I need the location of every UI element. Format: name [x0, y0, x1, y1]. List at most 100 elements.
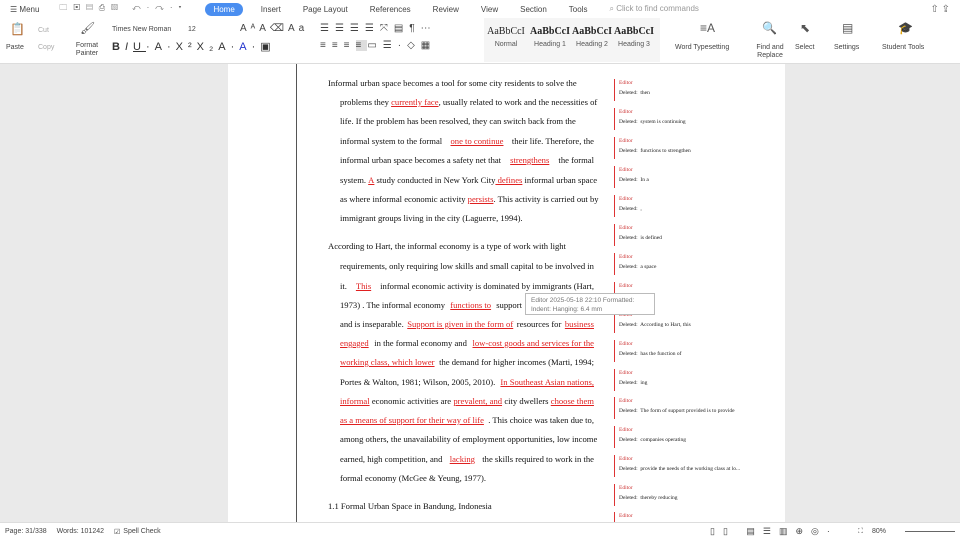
revision-comment[interactable]: Editor Deleted: In a — [614, 166, 649, 188]
inserted-text: business — [564, 319, 594, 329]
inserted-text: strengthens — [510, 155, 550, 165]
font-size-select[interactable]: 12 — [188, 26, 196, 33]
student-tools-button[interactable]: Student Tools — [882, 44, 924, 51]
cut-button[interactable]: Cut — [38, 27, 49, 34]
deleted-content: has the function of — [640, 351, 682, 357]
revision-comment[interactable]: Editor Deleted: functions to strengthen — [614, 137, 691, 159]
zoom-level[interactable]: 80% — [872, 528, 886, 535]
style-normal[interactable]: AaBbCcI Normal — [484, 26, 528, 48]
comment-deleted-text: Deleted: system is continuing — [619, 119, 686, 125]
share-icon[interactable]: ⇧ ⇪ — [930, 4, 950, 15]
revision-comment[interactable]: Editor Deleted: ing — [614, 369, 647, 391]
comment-deleted-text: Deleted: According to Hart, this — [619, 322, 691, 328]
style-label: Heading 3 — [618, 41, 650, 48]
tab-view[interactable]: View — [477, 4, 502, 15]
inserted-text: informal — [340, 396, 370, 406]
style-preview: AaBbCcI — [529, 26, 570, 37]
word-count[interactable]: Words: 101242 — [57, 528, 104, 535]
inserted-text: Support is given in the form of — [407, 319, 514, 329]
text-line: requirements, only requiring low skills … — [340, 261, 594, 271]
deleted-label: Deleted: — [619, 380, 638, 386]
paragraph-buttons[interactable]: ☰☰☰☰⤧▤¶⋯ — [320, 23, 437, 34]
inserted-text: working class, which lower — [340, 357, 435, 367]
revision-comment[interactable]: Editor Deleted: is defined — [614, 224, 662, 246]
font-format-buttons[interactable]: BIU·A·X²X₂A·A·▣ — [112, 40, 276, 53]
paste-button[interactable]: Paste — [6, 44, 24, 51]
menu-button[interactable]: ☰ Menu — [6, 4, 43, 15]
deleted-label: Deleted: — [619, 408, 638, 414]
find-replace-icon[interactable]: 🔍 — [762, 21, 777, 35]
comment-deleted-text: Deleted: is defined — [619, 235, 662, 241]
font-size-buttons[interactable]: AᴬA⌫Aa — [240, 23, 308, 34]
command-search[interactable]: ⌕ Click to find commands — [605, 3, 702, 15]
deleted-content: is defined — [640, 235, 662, 241]
select-button[interactable]: Select — [795, 44, 814, 51]
deleted-content: , — [640, 206, 642, 212]
style-heading-1[interactable]: AaBbCcI Heading 1 — [528, 26, 572, 48]
revision-comment[interactable]: Editor Deleted: provide the needs of the … — [614, 455, 740, 477]
format-painter-icon[interactable]: 🖌 — [80, 21, 95, 35]
revision-comment[interactable]: Editor Deleted: system is continuing — [614, 108, 686, 130]
revision-comment[interactable]: Editor Deleted: , — [614, 195, 642, 217]
select-icon[interactable]: ⬉ — [800, 21, 810, 35]
find-replace-button[interactable]: Find and Replace — [752, 44, 788, 60]
deleted-label: Deleted: — [619, 119, 638, 125]
settings-icon[interactable]: ▤ — [842, 21, 853, 35]
font-family-select[interactable]: Times New Roman — [112, 26, 171, 33]
comment-deleted-text: Deleted: , — [619, 206, 642, 212]
style-label: Normal — [494, 41, 518, 48]
deleted-label: Deleted: — [619, 235, 638, 241]
comment-deleted-text: Deleted: The form of support provided is… — [619, 408, 735, 414]
tab-review[interactable]: Review — [429, 4, 463, 15]
deleted-content: provide the needs of the working class a… — [640, 466, 741, 472]
revision-comment[interactable]: Editor Deleted: companies operating — [614, 426, 686, 448]
revision-comment[interactable]: Editor Deleted: thereby reducing — [614, 484, 678, 506]
format-painter-button[interactable]: Format Painter — [72, 42, 102, 58]
settings-button[interactable]: Settings — [834, 44, 859, 51]
menu-bar: ☰ Menu 🗀▣▤⎙▧ ↶·↷·▾ Home Insert Page Layo… — [0, 0, 960, 18]
text-run: life. If the problem has been resolved, … — [340, 116, 576, 126]
text-run: Informal urban space becomes a tool for … — [328, 78, 577, 88]
spell-check-button[interactable]: Spell Check — [123, 528, 160, 535]
tab-references[interactable]: References — [366, 4, 415, 15]
text-line: as where informal economic activity pers… — [340, 194, 599, 204]
view-mode-icons[interactable]: ▯▯ ▤☰▥⊕◎· — [710, 526, 838, 537]
revision-comment[interactable]: Editor Deleted: The form of support provi… — [614, 397, 735, 419]
comment-deleted-text: Deleted: a space — [619, 264, 656, 270]
word-typesetting-icon[interactable]: ≡A — [700, 21, 715, 35]
revision-comment[interactable]: Editor Deleted: then — [614, 79, 650, 101]
tab-home[interactable]: Home — [205, 2, 243, 16]
text-run: informal urban space becomes a safety ne… — [340, 155, 504, 165]
style-heading-2[interactable]: AaBbCcI Heading 2 — [570, 26, 614, 48]
style-heading-3[interactable]: AaBbCcI Heading 3 — [612, 26, 656, 48]
text-run: , usually related to work and the necess… — [438, 97, 598, 107]
comment-deleted-text: Deleted: In a — [619, 177, 649, 183]
inserted-text: lacking — [449, 454, 475, 464]
comment-author: Editor — [619, 370, 633, 376]
paste-icon[interactable]: 📋 — [10, 22, 25, 36]
tab-insert[interactable]: Insert — [257, 4, 285, 15]
revision-comment[interactable]: Editor Deleted: has the function of — [614, 340, 681, 362]
fit-icon[interactable]: ⛶ — [858, 528, 863, 536]
tab-section[interactable]: Section — [516, 4, 551, 15]
section-heading: 1.1 Formal Urban Space in Bandung, Indon… — [328, 501, 492, 511]
deleted-label: Deleted: — [619, 90, 638, 96]
inserted-text: defines — [495, 175, 523, 185]
quick-access-icons[interactable]: 🗀▣▤⎙▧ ↶·↷·▾ — [55, 1, 191, 17]
tab-page-layout[interactable]: Page Layout — [299, 4, 352, 15]
text-run: city dwellers — [502, 396, 551, 406]
deleted-content: In a — [640, 177, 649, 183]
copy-button[interactable]: Copy — [38, 44, 54, 51]
word-typesetting-button[interactable]: Word Typesetting — [675, 44, 729, 51]
comment-deleted-text: Deleted: ing — [619, 380, 647, 386]
text-line: immigrant groups living in the city (Lag… — [340, 213, 523, 223]
page-indicator[interactable]: Page: 31/338 — [5, 528, 47, 535]
zoom-slider[interactable] — [905, 531, 955, 532]
student-tools-icon[interactable]: 🎓 — [898, 21, 913, 35]
alignment-buttons[interactable]: ≡≡≡≡▭☰·◇▦ — [320, 40, 436, 51]
text-line: Portes & Walton, 1981; Wilson, 2005, 201… — [340, 377, 594, 387]
revision-comment[interactable]: Editor Deleted: a space — [614, 253, 656, 275]
spell-check-icon[interactable]: ☑ — [114, 528, 120, 536]
tab-tools[interactable]: Tools — [565, 4, 592, 15]
deleted-content: ing — [640, 380, 648, 386]
